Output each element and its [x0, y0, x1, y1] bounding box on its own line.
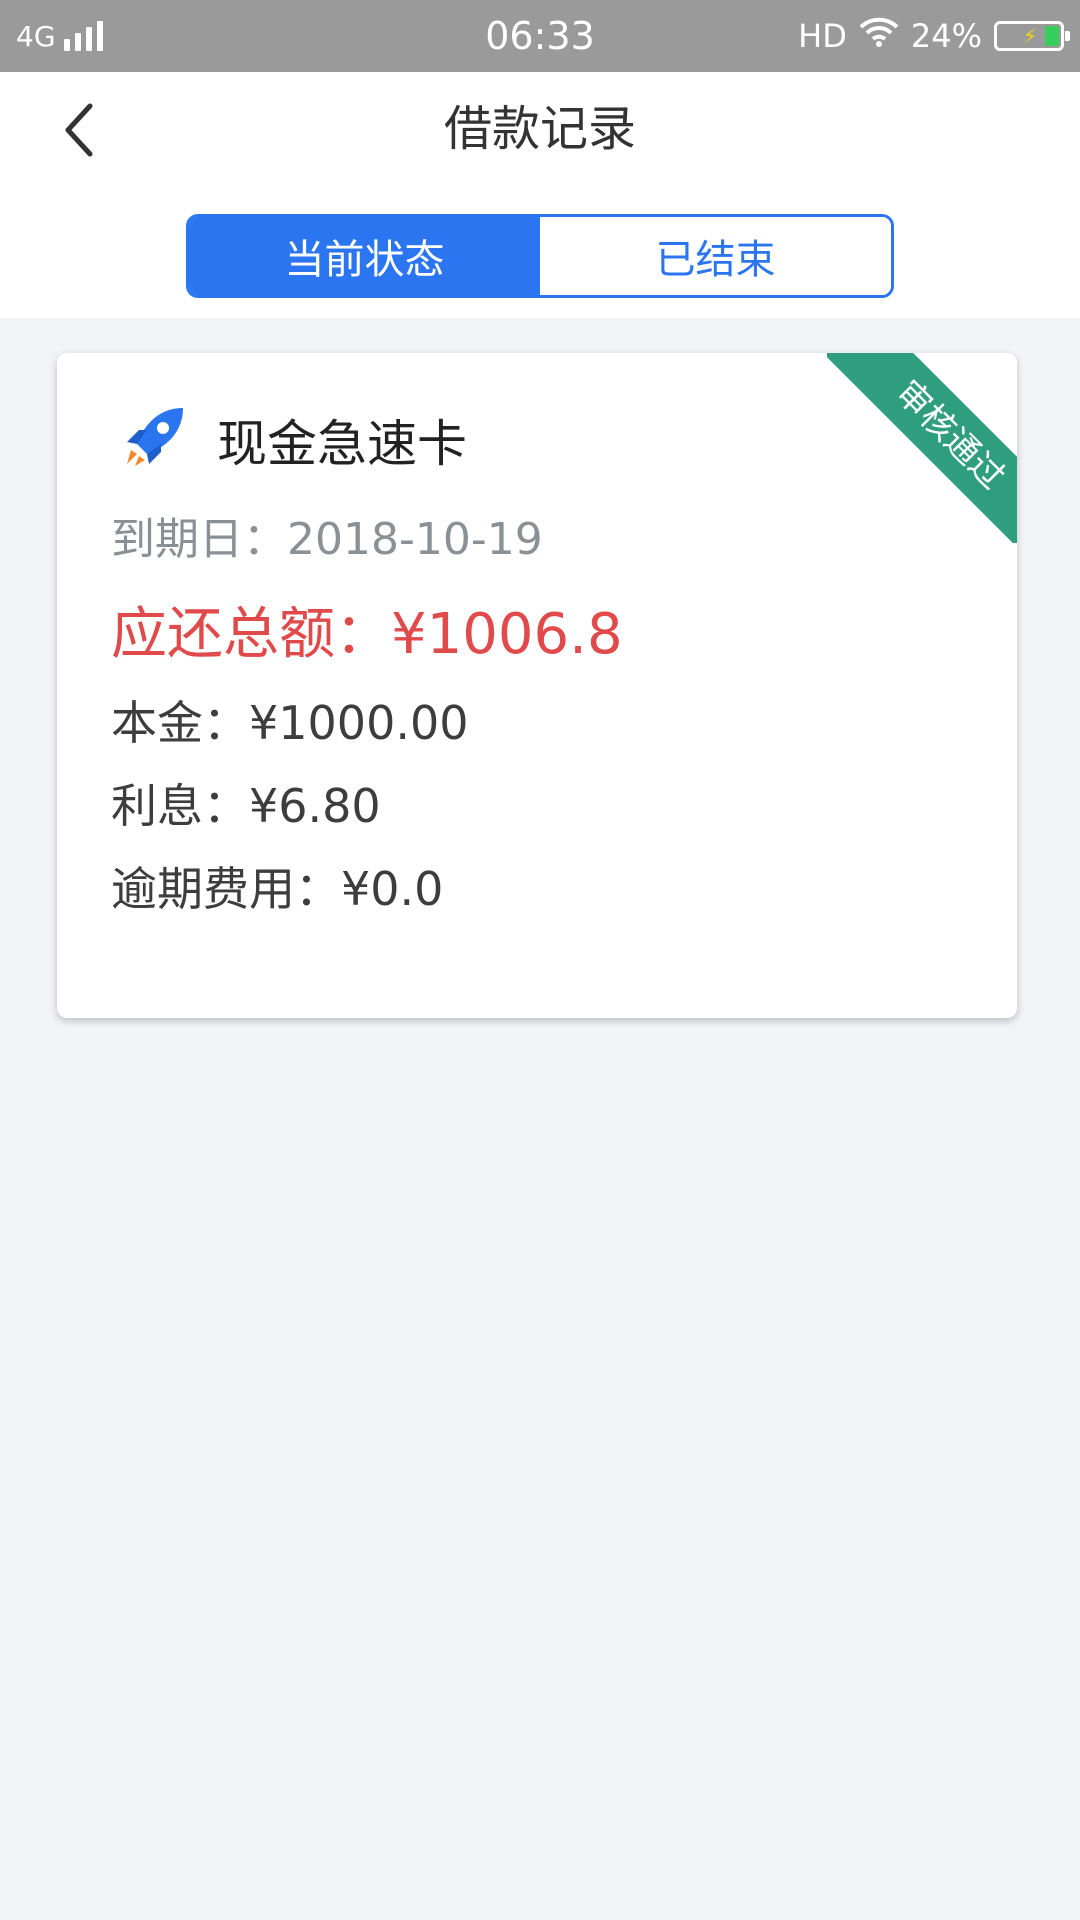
total-due: 应还总额：¥1006.8 [111, 602, 623, 667]
status-ribbon: 审核通过 [827, 353, 1017, 543]
loan-card[interactable]: 审核通过 现金急速卡 到期日：2018-10-19 应还总额：¥1006.8 本… [57, 353, 1017, 1018]
charging-bolt-icon: ⚡ [1023, 24, 1038, 48]
tab-current-status[interactable]: 当前状态 [189, 217, 540, 295]
rocket-icon [117, 402, 189, 478]
product-name: 现金急速卡 [217, 415, 467, 473]
page-title: 借款记录 [443, 101, 636, 157]
overdue-fee: 逾期费用：¥0.0 [111, 862, 444, 916]
status-right: HD 24% ⚡ [798, 0, 1070, 72]
tab-finished[interactable]: 已结束 [540, 217, 891, 295]
header: 借款记录 当前状态 已结束 [0, 72, 1080, 318]
due-date: 到期日：2018-10-19 [111, 514, 543, 565]
battery-fill [1045, 26, 1059, 46]
status-tabs: 当前状态 已结束 [186, 214, 894, 298]
card-header: 现金急速卡 [117, 395, 467, 485]
hd-indicator: HD [798, 17, 847, 55]
status-ribbon-label: 审核通过 [827, 353, 1017, 543]
wifi-icon [859, 16, 899, 56]
battery-icon: ⚡ [994, 21, 1070, 51]
principal: 本金：¥1000.00 [111, 696, 469, 750]
status-bar: 4G 06:33 HD 24% ⚡ [0, 0, 1080, 72]
interest: 利息：¥6.80 [111, 779, 381, 833]
battery-percent: 24% [910, 17, 982, 55]
